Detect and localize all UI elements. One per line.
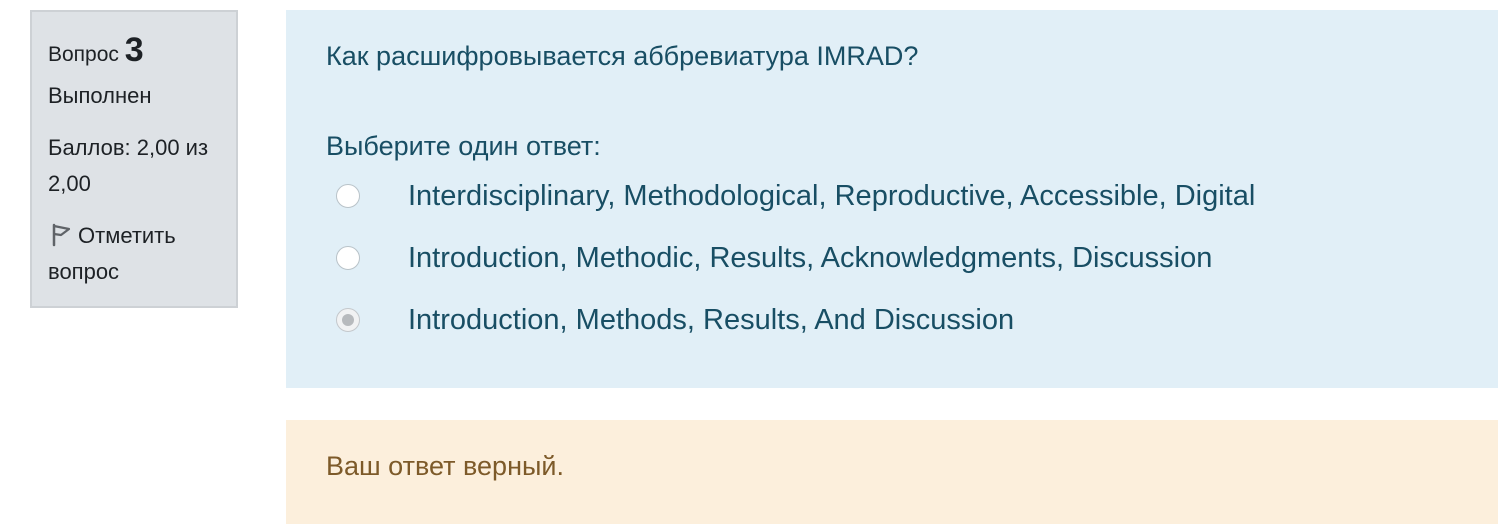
answer-label: Introduction, Methodic, Results, Acknowl… [408, 242, 1213, 274]
answer-prompt: Выберите один ответ: [326, 131, 601, 161]
answer-option[interactable]: Introduction, Methods, Results, And Disc… [336, 296, 1014, 344]
question-number: 3 [124, 31, 144, 69]
question-info-panel: Вопрос 3 Выполнен Баллов: 2,00 из 2,00 О… [30, 10, 238, 308]
flag-question-link[interactable]: Отметить вопрос [48, 218, 220, 290]
answer-option[interactable]: Introduction, Methodic, Results, Acknowl… [336, 234, 1212, 282]
answer-radio[interactable] [336, 184, 360, 208]
answer-option[interactable]: Interdisciplinary, Methodological, Repro… [336, 172, 1255, 220]
flag-icon [52, 223, 71, 247]
answer-radio[interactable] [336, 308, 360, 332]
question-label: Вопрос [48, 43, 119, 66]
question-number-heading: Вопрос 3 [48, 30, 220, 70]
question-formulation: Как расшифровывается аббревиатура IMRAD?… [286, 10, 1498, 388]
answer-label: Introduction, Methods, Results, And Disc… [408, 304, 1015, 336]
feedback-panel: Ваш ответ верный. [286, 420, 1498, 524]
question-grade: Баллов: 2,00 из 2,00 [48, 135, 209, 196]
question-state: Выполнен [48, 83, 152, 108]
answer-label: Interdisciplinary, Methodological, Repro… [408, 180, 1256, 212]
answer-radio[interactable] [336, 246, 360, 270]
feedback-text: Ваш ответ верный. [326, 451, 564, 481]
question-text: Как расшифровывается аббревиатура IMRAD? [326, 41, 919, 71]
